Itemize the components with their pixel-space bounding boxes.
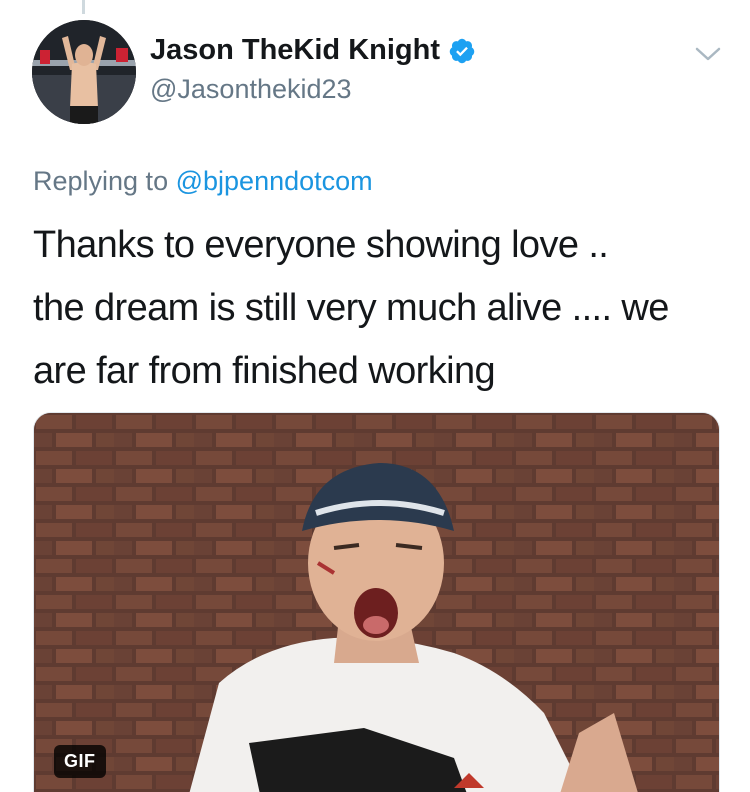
- thread-connector-line: [82, 0, 85, 14]
- avatar[interactable]: [32, 20, 136, 124]
- gif-image: [34, 413, 719, 792]
- verified-badge-icon: [449, 38, 475, 63]
- author-name-text[interactable]: Jason TheKid Knight: [150, 34, 440, 67]
- author-handle[interactable]: @Jasonthekid23: [150, 74, 352, 105]
- tweet-page: Jason TheKid Knight @Jasonthekid23 Reply…: [0, 0, 750, 792]
- reply-prefix: Replying to: [33, 166, 169, 196]
- gif-media[interactable]: GIF: [33, 412, 720, 792]
- tweet-text-line: the dream is still very much alive .... …: [33, 287, 669, 329]
- replying-to-line: Replying to @bjpenndotcom: [33, 166, 373, 197]
- tweet-text-line: are far from finished working: [33, 350, 496, 392]
- reply-to-mention-link[interactable]: @bjpenndotcom: [176, 166, 373, 196]
- author-name[interactable]: Jason TheKid Knight: [150, 34, 476, 67]
- tweet-text-line: Thanks to everyone showing love ..: [33, 224, 609, 266]
- gif-badge: GIF: [54, 745, 106, 778]
- tweet-text: Thanks to everyone showing love .. the d…: [33, 214, 723, 403]
- chevron-down-icon[interactable]: [694, 44, 722, 64]
